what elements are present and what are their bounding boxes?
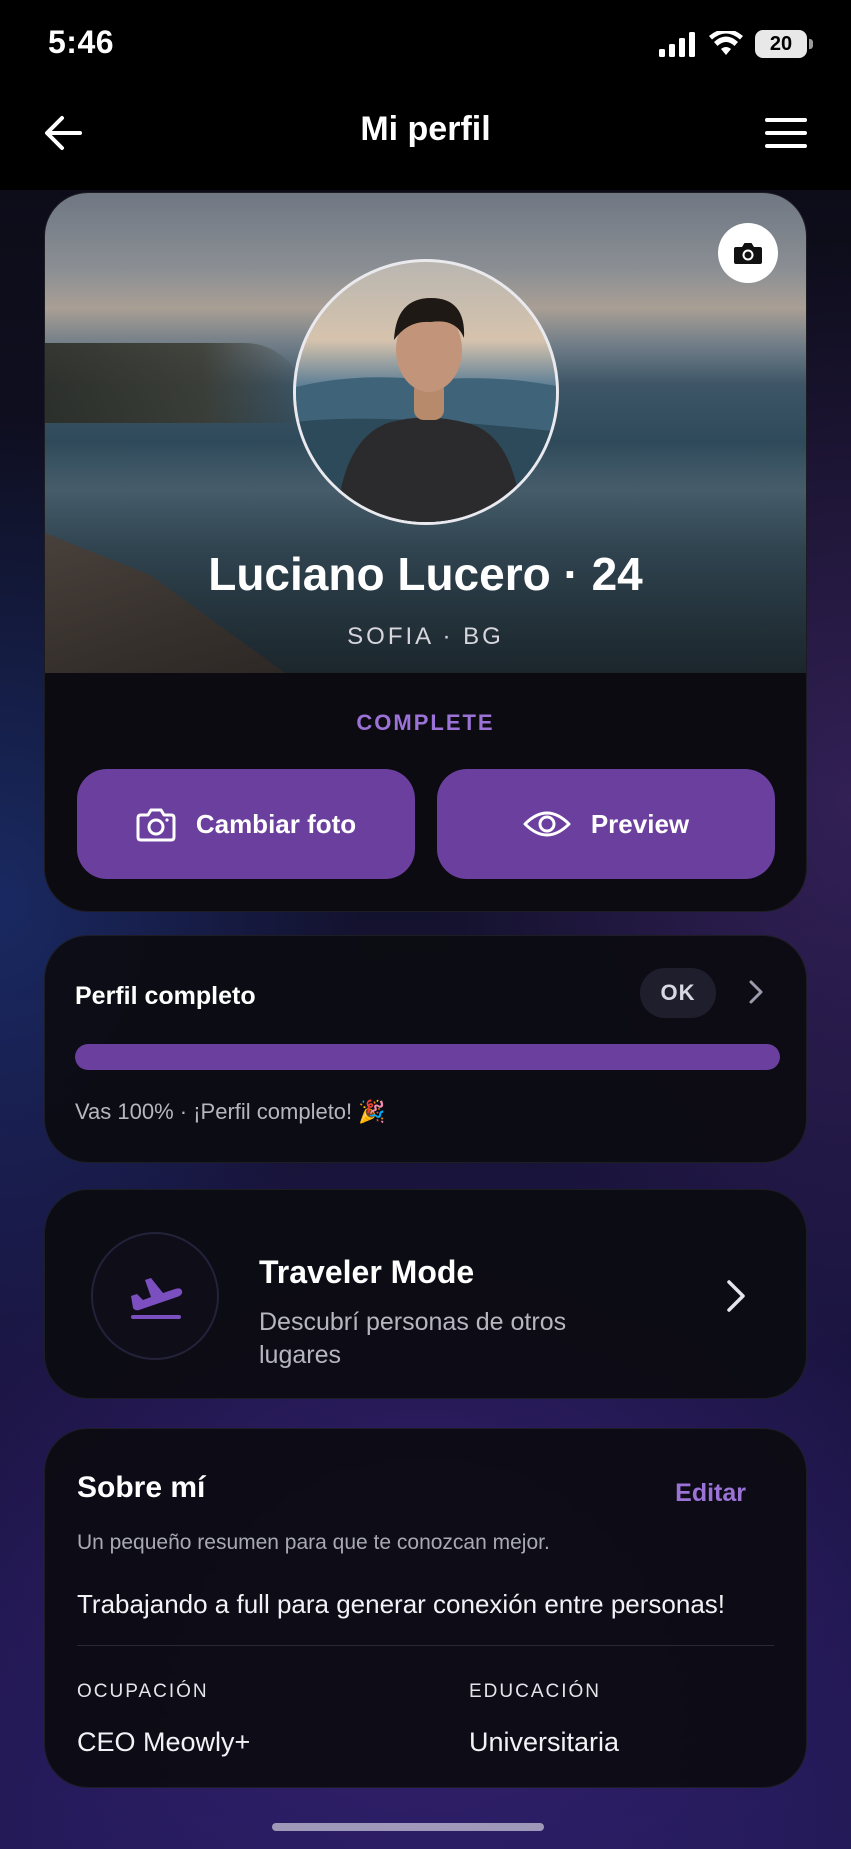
wifi-icon <box>709 31 743 55</box>
chevron-right-icon <box>749 980 763 1004</box>
about-subtitle: Un pequeño resumen para que te conozcan … <box>77 1531 550 1554</box>
education-value: Universitaria <box>469 1727 620 1757</box>
battery-indicator: 20 <box>755 30 813 58</box>
traveler-mode-card[interactable]: Traveler Mode Descubrí personas de otros… <box>44 1189 807 1399</box>
change-photo-label: Cambiar foto <box>195 808 357 839</box>
change-photo-button[interactable]: Cambiar foto <box>77 769 415 879</box>
airplane-departure-icon <box>131 1278 183 1319</box>
camera-icon <box>734 243 762 264</box>
traveler-icon-container <box>91 1232 219 1360</box>
occupation-value: CEO Meowly+ <box>77 1727 251 1757</box>
about-bio: Trabajando a full para generar conexión … <box>77 1589 726 1619</box>
nav-bar: Mi perfil <box>0 90 851 190</box>
about-me-card: Sobre mí Editar Un pequeño resumen para … <box>44 1428 807 1788</box>
edit-about-link[interactable]: Editar <box>675 1479 746 1508</box>
preview-button[interactable]: Preview <box>437 769 775 879</box>
menu-button[interactable] <box>761 108 811 158</box>
page-title: Mi perfil <box>360 110 491 148</box>
preview-label: Preview <box>590 808 690 839</box>
profile-name: Luciano Lucero · 24 <box>208 548 643 600</box>
profile-completion-card[interactable]: Perfil completo OK Vas 100% · ¡Perfil co… <box>44 935 807 1163</box>
profile-card: Luciano Lucero · 24 SOFIA · BG COMPLETE … <box>44 192 807 912</box>
status-bar: 5:46 20 <box>0 0 851 90</box>
status-badge: OK <box>640 968 716 1018</box>
status-time: 5:46 <box>48 24 115 60</box>
profile-location: SOFIA · BG <box>347 623 504 650</box>
avatar-photo <box>296 298 556 522</box>
status-icons: 20 <box>659 30 813 58</box>
camera-icon <box>136 808 176 842</box>
menu-icon <box>765 118 807 148</box>
avatar[interactable] <box>293 259 559 525</box>
eye-icon <box>523 811 571 837</box>
home-indicator <box>272 1823 544 1831</box>
completion-title: Perfil completo <box>75 982 256 1010</box>
change-cover-button[interactable] <box>718 223 778 283</box>
signal-icon <box>659 32 695 57</box>
completion-caption: Vas 100% · ¡Perfil completo! 🎉 <box>75 1099 386 1124</box>
occupation-label: OCUPACIÓN <box>77 1681 209 1702</box>
profile-status: COMPLETE <box>356 710 495 735</box>
about-title: Sobre mí <box>77 1471 206 1504</box>
completion-progress-bar <box>75 1044 780 1070</box>
cover-landmass <box>45 343 305 423</box>
traveler-description: Descubrí personas de otros lugares <box>259 1308 567 1369</box>
completion-progress-fill <box>75 1044 780 1070</box>
divider <box>77 1645 774 1646</box>
traveler-title: Traveler Mode <box>259 1254 475 1290</box>
chevron-right-icon <box>727 1280 745 1312</box>
education-label: EDUCACIÓN <box>469 1681 602 1702</box>
